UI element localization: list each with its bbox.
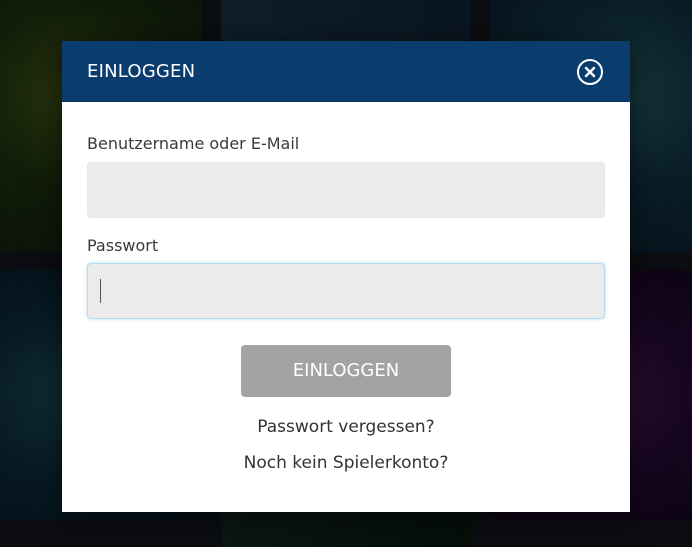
login-modal: EINLOGGEN Benutzername oder E-Mail Passw… — [62, 41, 630, 512]
password-input[interactable] — [87, 263, 605, 319]
username-input[interactable] — [87, 162, 605, 218]
register-link[interactable]: Noch kein Spielerkonto? — [62, 453, 630, 473]
username-label: Benutzername oder E-Mail — [87, 134, 300, 153]
modal-title: EINLOGGEN — [87, 61, 196, 82]
login-submit-button[interactable]: EINLOGGEN — [241, 345, 451, 397]
text-cursor — [100, 279, 101, 303]
password-label: Passwort — [87, 236, 159, 255]
forgot-password-link[interactable]: Passwort vergessen? — [62, 417, 630, 437]
close-icon — [584, 66, 596, 78]
modal-header: EINLOGGEN — [62, 41, 630, 102]
close-button[interactable] — [577, 59, 603, 85]
